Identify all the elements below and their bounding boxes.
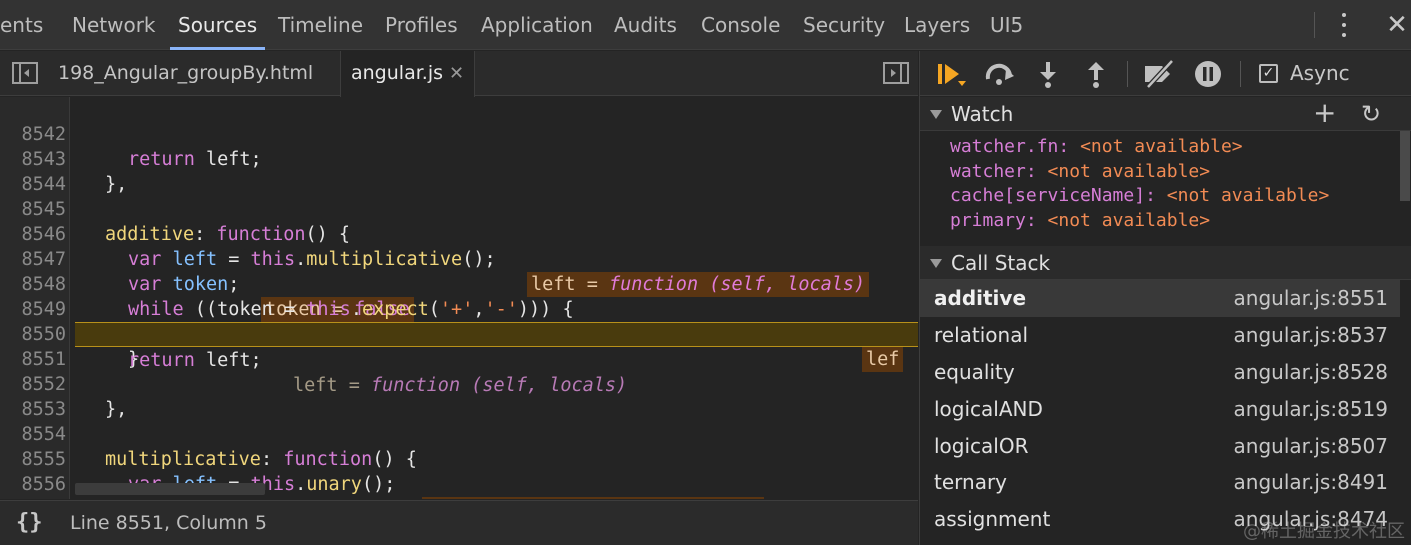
toolbar-divider [1127,61,1128,87]
add-watch-icon[interactable]: + [1313,97,1336,129]
frame-location[interactable]: angular.js:8528 [1234,354,1388,391]
inline-value: left = function (self, locals) [422,497,765,499]
toolbar-divider [1240,61,1241,87]
current-execution-line: return left; left = function (self, loca… [75,322,918,396]
watch-list: watcher.fn: <not available> watcher: <no… [920,131,1400,244]
async-label: Async [1290,61,1350,85]
code-line: 8556 var token; token = false [0,447,918,495]
frame-location[interactable]: angular.js:8519 [1234,391,1388,428]
deactivate-breakpoints-icon[interactable] [1142,59,1176,89]
code-line: 8546 var left = this.multiplicative(); l… [0,197,918,297]
debugger-sidebar: ✓ Async Watch + ↻ watcher.fn: <not avail… [919,51,1411,545]
tab-ui5[interactable]: UI5 [990,0,1023,50]
call-frame[interactable]: ternary angular.js:8491 [920,464,1400,501]
frame-function: additive [934,286,1027,310]
tab-network[interactable]: Network [72,0,156,50]
resume-icon[interactable] [936,59,966,89]
frame-location[interactable]: angular.js:8537 [1234,317,1388,354]
tab-application[interactable]: Application [481,0,593,50]
toolbar-divider [1314,12,1315,38]
line-number[interactable]: 8557 [0,497,68,499]
code-line: 8542 return left; [0,97,918,170]
watch-item[interactable]: primary: <not available> [950,208,1210,233]
code-line: 8550 } [0,297,918,370]
frame-function: relational [934,323,1029,347]
frame-location[interactable]: angular.js:8491 [1234,464,1388,501]
expand-caret-icon [930,259,942,268]
async-checkbox[interactable]: ✓ [1259,64,1278,83]
frame-function: logicalOR [934,434,1029,458]
call-frame[interactable]: logicalOR angular.js:8507 [920,428,1400,465]
code-line: 8548 while ((token = this.expect('+','-'… [0,247,918,320]
code-editor[interactable]: 8542 return left; 8543 }, 8544 8545 addi… [0,97,918,499]
frame-function: assignment [934,507,1051,531]
code-line: 8544 [0,147,918,195]
file-tab-angular[interactable]: angular.js ✕ [340,51,476,97]
tab-layers[interactable]: Layers [904,0,970,50]
frame-function: logicalAND [934,397,1043,421]
tab-sources[interactable]: Sources [169,0,266,50]
code-line: 8555 var left = this.unary(); left = fun… [0,422,918,499]
toggle-navigator-icon[interactable] [12,62,38,84]
cursor-position: Line 8551, Column 5 [70,512,267,534]
pause-on-exceptions-icon[interactable] [1194,59,1222,89]
code-line: 8554 multiplicative: function() { [0,397,918,470]
call-frame[interactable]: equality angular.js:8528 [920,354,1400,391]
watch-item[interactable]: watcher: <not available> [950,159,1210,184]
editor-tab-bar: 198_Angular_groupBy.html angular.js ✕ [0,51,918,97]
call-stack-section-header[interactable]: Call Stack [920,246,1411,280]
pretty-print-icon[interactable]: {} [16,510,43,535]
watch-title: Watch [951,102,1014,126]
tab-timeline[interactable]: Timeline [278,0,363,50]
more-options-icon[interactable] [1336,10,1352,40]
code-line: 8553 [0,372,918,420]
vertical-scrollbar[interactable] [1400,131,1410,201]
code-line: 8545 additive: function() { [0,172,918,245]
call-frame[interactable]: relational angular.js:8537 [920,317,1400,354]
refresh-icon[interactable]: ↻ [1361,97,1381,131]
horizontal-scrollbar[interactable] [75,483,265,495]
watch-section-header[interactable]: Watch + ↻ [920,97,1411,131]
tab-security[interactable]: Security [803,0,885,50]
tab-elements[interactable]: ents [0,0,43,50]
tab-audits[interactable]: Audits [614,0,677,50]
toggle-debugger-icon[interactable] [883,62,909,84]
editor-status-bar: {} Line 8551, Column 5 [0,500,918,545]
call-frame[interactable]: additive angular.js:8551 [920,280,1400,317]
frame-function: equality [934,360,1015,384]
code-line: 8547 var token; token = false [0,222,918,322]
step-over-icon[interactable] [984,59,1016,89]
call-frame[interactable]: logicalAND angular.js:8519 [920,391,1400,428]
debugger-toolbar: ✓ Async [920,51,1411,96]
watch-item[interactable]: watcher.fn: <not available> [950,134,1243,159]
expand-caret-icon [930,110,942,119]
close-devtools-icon[interactable]: ✕ [1384,8,1410,42]
frame-function: ternary [934,470,1008,494]
tab-profiles[interactable]: Profiles [385,0,458,50]
watermark: @稀土掘金技术社区 [1243,521,1405,542]
step-out-icon[interactable] [1084,59,1108,89]
file-tab-label: angular.js [351,62,443,84]
frame-location[interactable]: angular.js:8551 [1234,280,1388,317]
devtools-tab-bar: ents Network Sources Timeline Profiles A… [0,0,1411,50]
close-tab-icon[interactable]: ✕ [449,63,464,84]
step-into-icon[interactable] [1036,59,1060,89]
file-tab-html[interactable]: 198_Angular_groupBy.html [58,51,313,96]
code-line: 8549 left = this.binaryFn(left, token.fn… [0,272,918,372]
code-line: 8552 }, [0,347,918,420]
call-stack-title: Call Stack [951,251,1051,275]
watch-item[interactable]: cache[serviceName]: <not available> [950,183,1329,208]
frame-location[interactable]: angular.js:8507 [1234,428,1388,465]
tab-console[interactable]: Console [701,0,780,50]
code-line: 8543 }, [0,122,918,195]
